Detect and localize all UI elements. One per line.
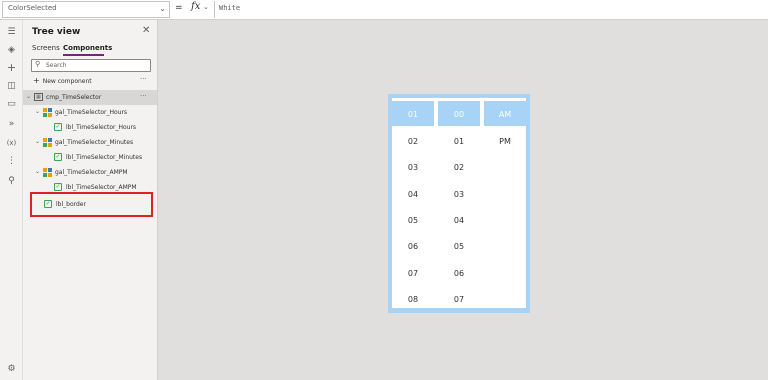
selected-hour-value: 01 [407,110,419,119]
tree-node-cmp-timeselector[interactable]: ⌄ ▦ cmp_TimeSelector ··· [23,90,157,105]
tree-node-label: gal_TimeSelector_Hours [55,109,128,116]
tab-components[interactable]: Components [63,44,112,52]
chevron-down-icon[interactable]: ⌄ [35,108,40,115]
new-component-label: New component [42,78,92,85]
hour-option[interactable]: 05 [393,216,433,225]
tree-node-gal-minutes[interactable]: ⌄ gal_TimeSelector_Minutes [23,135,157,150]
label-icon: ✓ [54,123,62,131]
label-icon: ✓ [54,183,62,191]
hour-option[interactable]: 06 [393,242,433,251]
settings-icon[interactable]: ⚙ [4,361,19,376]
tree-node-gal-hours[interactable]: ⌄ gal_TimeSelector_Hours [23,105,157,120]
property-dropdown-value: ColorSelected [8,4,57,12]
tree-node-label: lbl_TimeSelector_AMPM [66,184,137,191]
time-selector-body: 01 00 AM 02 03 04 05 06 07 08 01 02 03 04 05 06 07 P… [392,98,526,308]
active-tab-indicator [63,54,104,56]
tree-node-label: cmp_TimeSelector [46,94,102,101]
tree-view-title: Tree view [32,27,81,37]
tree-node-label: lbl_TimeSelector_Minutes [66,154,143,161]
flow-icon[interactable]: » [4,116,19,131]
minute-option[interactable]: 02 [439,163,479,172]
search-icon: ⚲ [35,60,41,68]
property-dropdown[interactable]: ColorSelected ⌄ [2,1,170,18]
plus-icon[interactable]: + [4,60,19,75]
selected-ampm-value: AM [498,110,512,119]
hour-option[interactable]: 07 [393,269,433,278]
tab-screens[interactable]: Screens [32,44,60,52]
tree-node-label: gal_TimeSelector_AMPM [55,169,128,176]
hamburger-icon[interactable]: ☰ [4,24,19,39]
gallery-icon [43,138,52,147]
minute-option[interactable]: 05 [439,242,479,251]
gallery-icon [43,108,52,117]
hour-option[interactable]: 02 [393,137,433,146]
ampm-option[interactable]: PM [485,137,525,146]
layers-icon[interactable]: ◈ [4,42,19,57]
tools-icon[interactable]: ⋮ [4,153,19,168]
time-selector-component[interactable]: 01 00 AM 02 03 04 05 06 07 08 01 02 03 04 05 06 07 P… [388,94,530,313]
formula-input-value: White [219,4,241,12]
variables-icon[interactable]: (x) [4,135,19,150]
hour-option[interactable]: 08 [393,295,433,304]
database-icon[interactable]: ◫ [4,78,19,93]
new-component-button[interactable]: + New component [33,76,92,85]
minute-option[interactable]: 06 [439,269,479,278]
highlight-box [30,192,153,217]
tree-node-label: gal_TimeSelector_Minutes [55,139,134,146]
label-icon: ✓ [54,153,62,161]
minute-option[interactable]: 07 [439,295,479,304]
formula-input[interactable]: White [214,1,766,18]
search-icon[interactable]: ⚲ [4,173,19,188]
hour-option[interactable]: 04 [393,190,433,199]
more-options-icon[interactable]: ··· [140,92,147,100]
selected-minute-value: 00 [453,110,465,119]
more-options-icon[interactable]: ··· [140,75,147,83]
chevron-down-icon[interactable]: ⌄ [35,168,40,175]
minute-option[interactable]: 03 [439,190,479,199]
tree-node-lbl-minutes[interactable]: ✓ lbl_TimeSelector_Minutes [23,150,157,165]
component-icon: ▦ [34,93,43,101]
plus-icon: + [33,76,40,85]
chevron-down-icon: ⌄ [159,4,166,13]
fx-chevron-down-icon[interactable]: ⌄ [203,3,209,11]
chevron-down-icon[interactable]: ⌄ [35,138,40,145]
tree-node-lbl-hours[interactable]: ✓ lbl_TimeSelector_Hours [23,120,157,135]
search-placeholder: Search [46,62,67,69]
tree-node-label: lbl_TimeSelector_Hours [66,124,137,131]
minute-option[interactable]: 04 [439,216,479,225]
chevron-down-icon[interactable]: ⌄ [26,93,31,100]
close-icon[interactable]: ✕ [142,25,150,36]
media-icon[interactable]: ▭ [4,96,19,111]
formula-bar: ColorSelected ⌄ = fx ⌄ White [0,0,768,20]
tree-node-gal-ampm[interactable]: ⌄ gal_TimeSelector_AMPM [23,165,157,180]
minute-option[interactable]: 01 [439,137,479,146]
fx-icon[interactable]: fx [191,1,200,12]
search-input[interactable]: ⚲ Search [31,59,151,72]
gallery-icon [43,168,52,177]
hour-option[interactable]: 03 [393,163,433,172]
left-rail: ☰ ◈ + ◫ ▭ » (x) ⋮ ⚲ ⚙ [0,20,23,380]
equals-sign: = [175,3,183,13]
